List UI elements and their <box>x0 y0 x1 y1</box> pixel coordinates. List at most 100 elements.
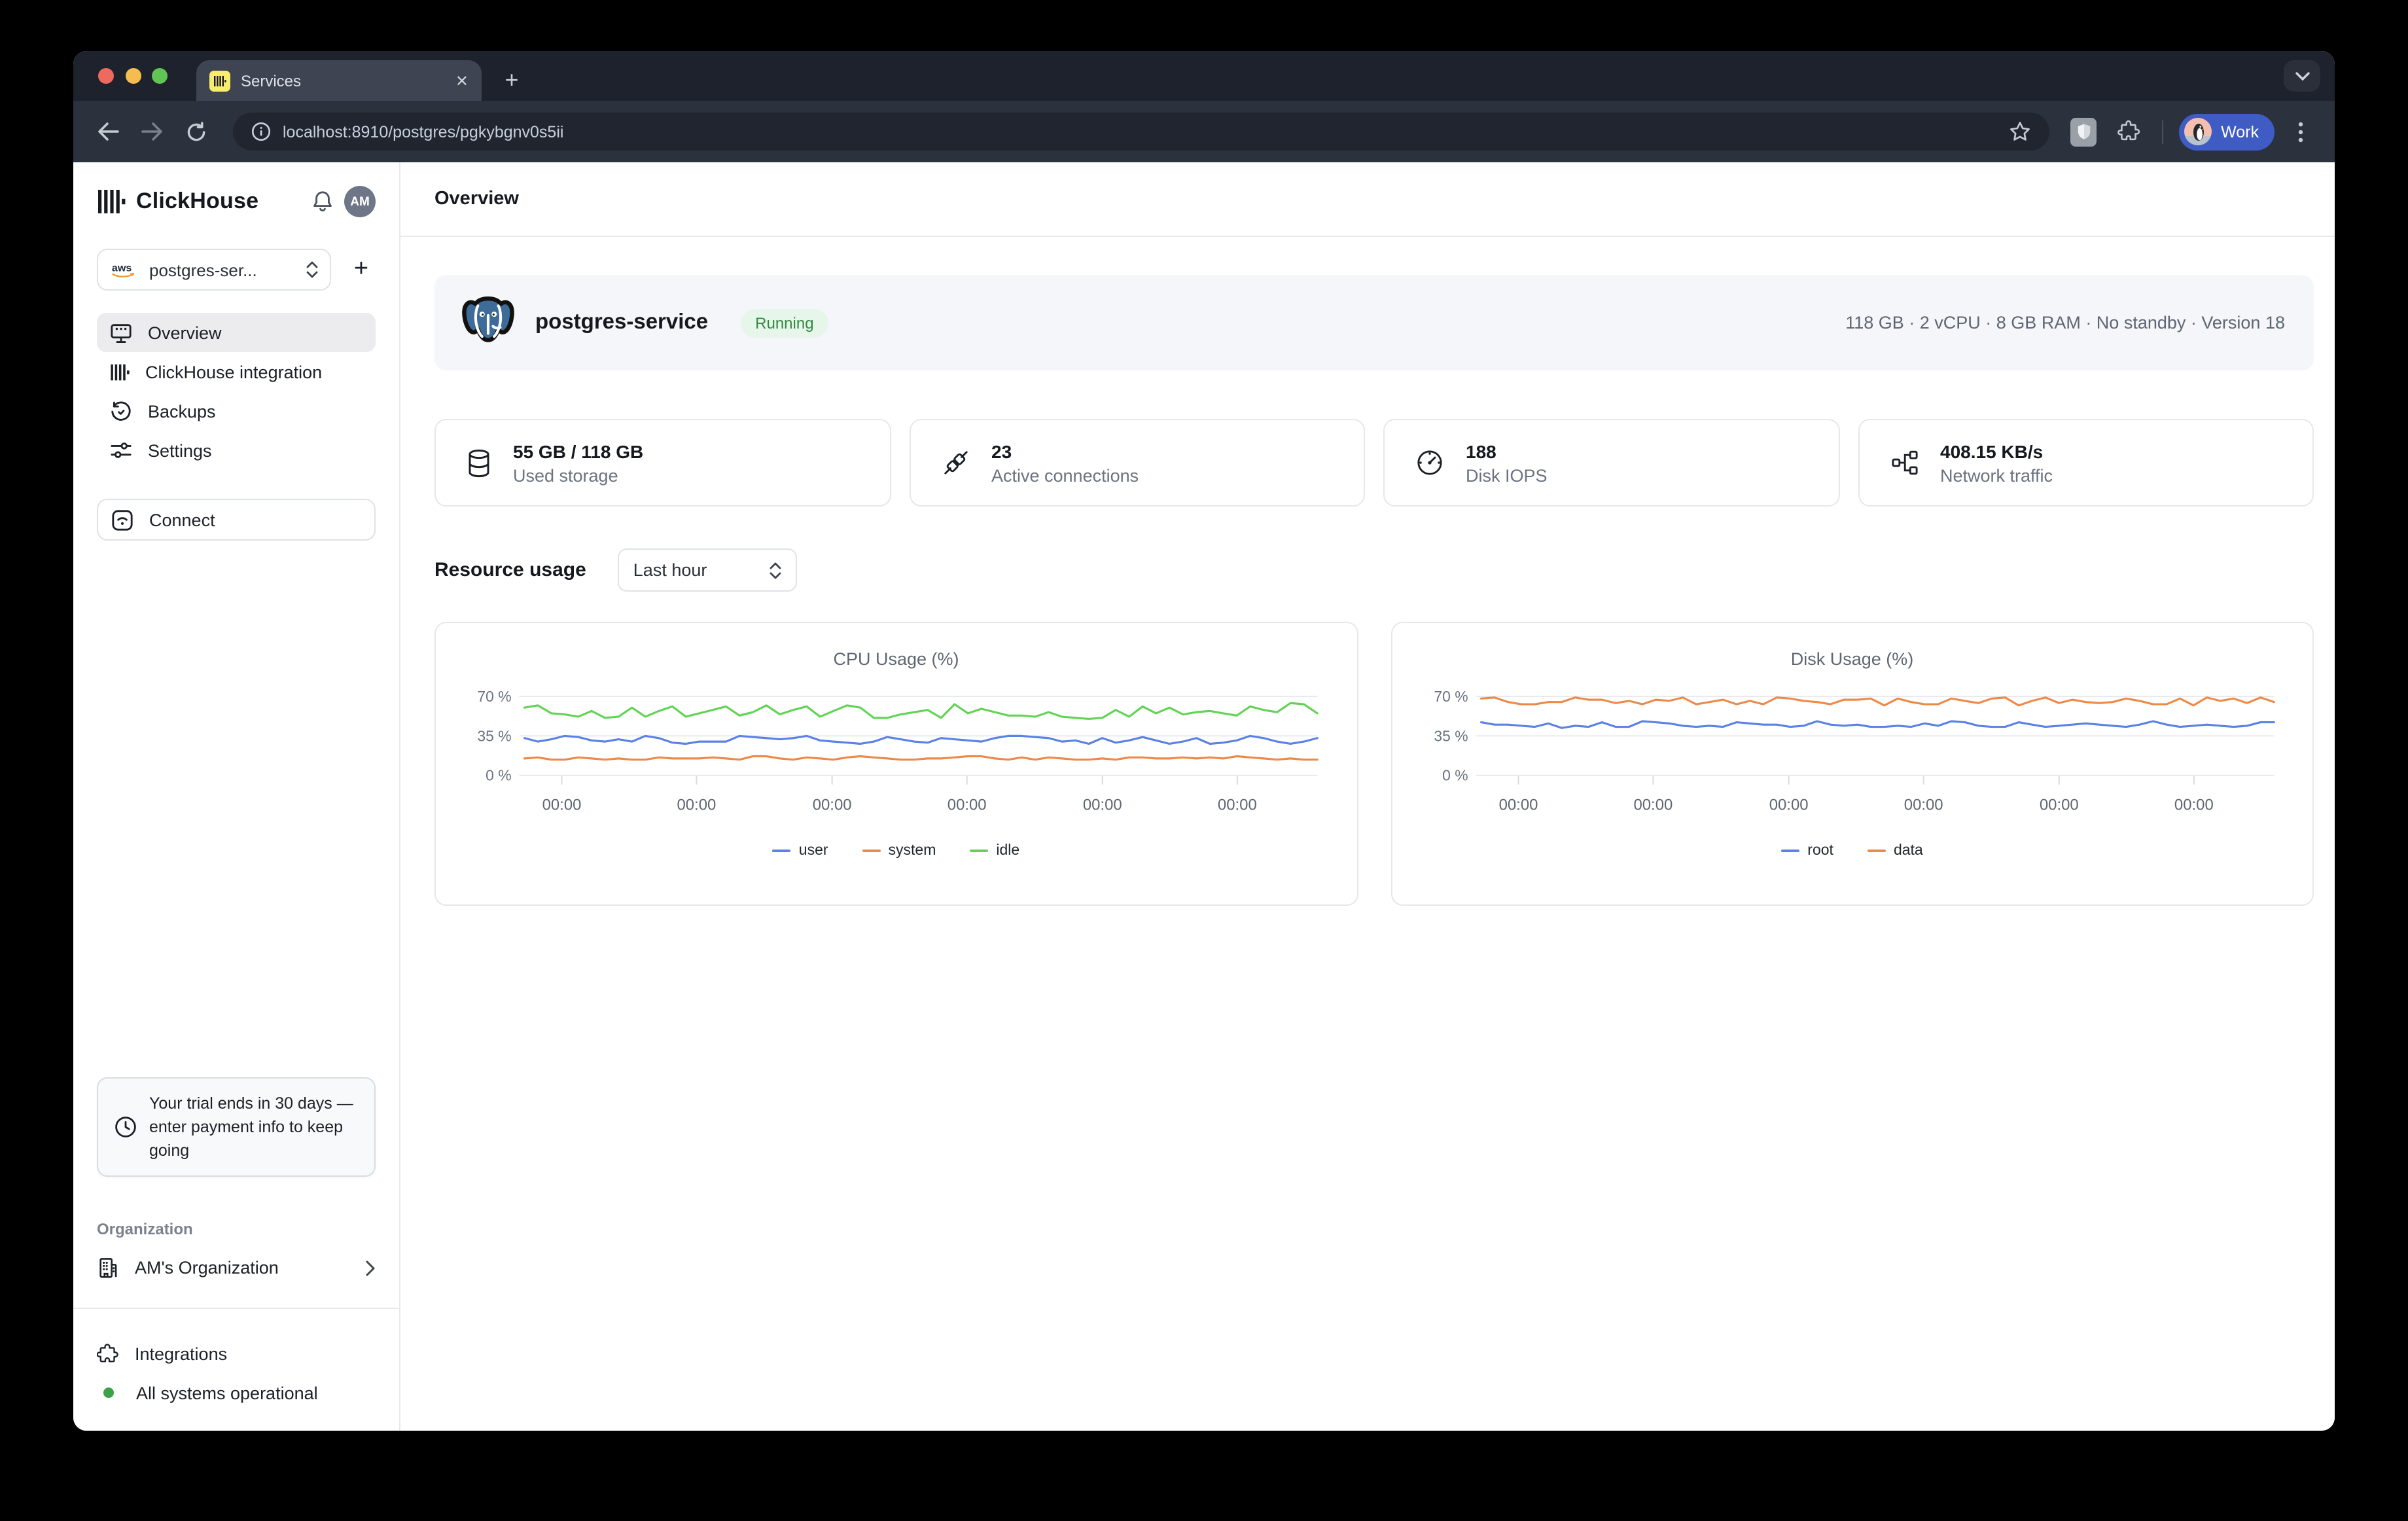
profile-button[interactable]: Work <box>2179 113 2275 150</box>
selected-service-name: postgres-ser... <box>149 260 296 279</box>
zoom-window-button[interactable] <box>152 68 168 84</box>
stat-card-storage: 55 GB / 118 GB Used storage <box>434 419 891 507</box>
organization-row[interactable]: AM's Organization <box>97 1257 376 1279</box>
chart-legend: user system idle <box>436 843 1356 859</box>
add-service-button[interactable]: + <box>347 255 376 284</box>
tab-close-icon[interactable]: ✕ <box>455 73 469 88</box>
building-icon <box>97 1257 119 1279</box>
stat-value: 408.15 KB/s <box>1940 440 2053 461</box>
svg-text:00:00: 00:00 <box>677 796 716 814</box>
browser-toolbar: localhost:8910/postgres/pgkybgnv0s5ii Wo… <box>73 101 2335 162</box>
kebab-menu-icon <box>2298 121 2303 142</box>
service-banner: postgres-service Running 118 GB · 2 vCPU… <box>434 275 2314 370</box>
shield-icon <box>2070 117 2097 146</box>
integrations-link[interactable]: Integrations <box>97 1334 376 1373</box>
aws-icon: aws <box>110 260 139 279</box>
service-selector-row: aws postgres-ser... + <box>97 249 376 291</box>
sidebar-item-label: Overview <box>148 323 222 342</box>
tab-title: Services <box>241 71 445 90</box>
trial-notice[interactable]: Your trial ends in 30 days — enter payme… <box>97 1077 376 1177</box>
sidebar-item-clickhouse-integration[interactable]: ClickHouse integration <box>97 352 376 391</box>
bell-icon[interactable] <box>311 190 334 213</box>
disk-usage-chart: 0 %35 %70 %00:0000:0000:0000:0000:0000:0… <box>1390 622 2314 906</box>
stat-label: Used storage <box>513 465 643 485</box>
tab-strip: Services ✕ + <box>73 51 2335 101</box>
svg-text:00:00: 00:00 <box>1498 796 1538 814</box>
service-selector[interactable]: aws postgres-ser... <box>97 249 331 291</box>
svg-text:00:00: 00:00 <box>542 796 582 814</box>
brand-name: ClickHouse <box>136 188 301 215</box>
svg-text:70 %: 70 % <box>1433 688 1467 705</box>
tab-search-button[interactable] <box>2284 60 2320 92</box>
minimize-window-button[interactable] <box>125 68 141 84</box>
svg-text:00:00: 00:00 <box>2039 796 2078 814</box>
stat-value: 188 <box>1466 440 1548 461</box>
page-title: Overview <box>434 188 519 209</box>
browser-window: Services ✕ + localhost:8910/postgres/pgk… <box>73 51 2335 1431</box>
forward-button[interactable] <box>133 113 170 150</box>
chart-legend: root data <box>1392 843 2312 859</box>
legend-item-user[interactable]: user <box>773 843 828 859</box>
sidebar: ClickHouse AM aws postgres-ser... + <box>73 162 400 1431</box>
resource-usage-row: Resource usage Last hour <box>434 548 2314 592</box>
svg-text:00:00: 00:00 <box>813 796 852 814</box>
address-bar[interactable]: localhost:8910/postgres/pgkybgnv0s5ii <box>233 113 2049 151</box>
stat-cards: 55 GB / 118 GB Used storage 23 Active co… <box>434 419 2314 507</box>
legend-label: system <box>889 843 936 859</box>
overview-icon <box>110 321 132 344</box>
clock-icon <box>114 1115 137 1139</box>
svg-text:aws: aws <box>112 261 132 273</box>
main-panel: Overview <box>400 162 2335 1431</box>
legend-item-idle[interactable]: idle <box>970 843 1019 859</box>
legend-swatch <box>1781 849 1799 852</box>
sidebar-item-settings[interactable]: Settings <box>97 431 376 470</box>
connect-button[interactable]: Connect <box>97 499 376 541</box>
stat-label: Active connections <box>991 465 1139 485</box>
svg-text:70 %: 70 % <box>477 688 511 705</box>
time-range-select[interactable]: Last hour <box>618 548 797 592</box>
select-chevrons-icon <box>770 561 781 579</box>
back-icon <box>96 122 118 141</box>
integrations-puzzle-icon <box>97 1342 119 1365</box>
back-button[interactable] <box>89 113 126 150</box>
svg-text:00:00: 00:00 <box>2174 796 2213 814</box>
sidebar-nav: Overview ClickHouse integration Backups … <box>97 313 376 470</box>
extensions-button[interactable] <box>2110 113 2146 150</box>
legend-item-data[interactable]: data <box>1868 843 1923 859</box>
chart-title: Disk Usage (%) <box>1392 649 2312 669</box>
bookmark-star-icon[interactable] <box>2009 120 2031 143</box>
new-tab-button[interactable]: + <box>495 63 529 97</box>
close-window-button[interactable] <box>98 68 114 84</box>
shield-extension-button[interactable] <box>2065 113 2102 150</box>
stat-card-connections: 23 Active connections <box>909 419 1365 507</box>
sidebar-item-backups[interactable]: Backups <box>97 391 376 431</box>
svg-text:0 %: 0 % <box>1442 767 1467 784</box>
site-info-icon <box>251 122 271 141</box>
organization-section-label: Organization <box>97 1220 376 1238</box>
reload-button[interactable] <box>178 113 215 150</box>
sidebar-item-overview[interactable]: Overview <box>97 313 376 352</box>
legend-label: user <box>799 843 828 859</box>
app-content: ClickHouse AM aws postgres-ser... + <box>73 162 2335 1431</box>
svg-text:0 %: 0 % <box>486 767 511 784</box>
gauge-icon <box>1416 449 1443 476</box>
legend-item-root[interactable]: root <box>1781 843 1833 859</box>
status-ok-dot <box>103 1387 114 1398</box>
legend-item-system[interactable]: system <box>862 843 936 859</box>
browser-tab[interactable]: Services ✕ <box>196 60 482 101</box>
profile-avatar <box>2184 118 2212 145</box>
database-icon <box>467 448 491 477</box>
sidebar-item-label: Backups <box>148 401 216 421</box>
legend-swatch <box>862 849 881 852</box>
user-avatar[interactable]: AM <box>344 186 376 217</box>
stat-value: 23 <box>991 440 1139 461</box>
svg-text:00:00: 00:00 <box>1218 796 1257 814</box>
legend-label: data <box>1894 843 1923 859</box>
connect-icon <box>111 509 133 531</box>
legend-label: root <box>1807 843 1833 859</box>
system-status-row[interactable]: All systems operational <box>97 1373 376 1412</box>
legend-swatch <box>970 849 988 852</box>
sidebar-item-label: ClickHouse integration <box>145 362 322 382</box>
profile-name: Work <box>2221 122 2259 141</box>
browser-menu-button[interactable] <box>2282 113 2319 150</box>
